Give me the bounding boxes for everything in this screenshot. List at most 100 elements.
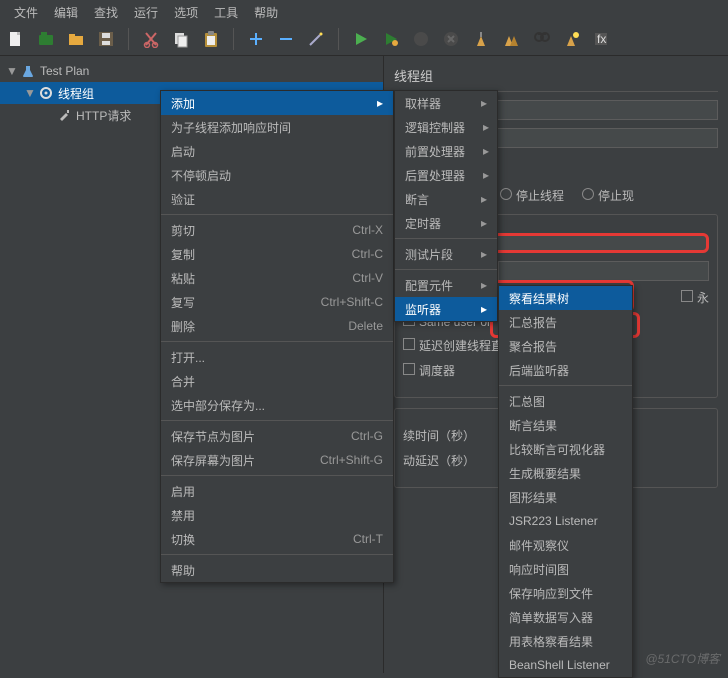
radio-stop-thread[interactable]: 停止线程 <box>500 187 564 204</box>
ctx-merge[interactable]: 合并 <box>161 369 393 393</box>
listener-response-time-graph[interactable]: 响应时间图 <box>499 557 632 581</box>
listener-submenu[interactable]: 察看结果树 汇总报告 聚合报告 后端监听器 汇总图 断言结果 比较断言可视化器 … <box>498 285 633 678</box>
stop-icon[interactable] <box>411 29 431 49</box>
tree-root[interactable]: ▼ Test Plan <box>0 60 383 82</box>
listener-jsr223[interactable]: JSR223 Listener <box>499 509 632 533</box>
chevron-right-icon: ▸ <box>481 192 487 206</box>
listener-save-resp-file[interactable]: 保存响应到文件 <box>499 581 632 605</box>
menu-help[interactable]: 帮助 <box>246 2 286 20</box>
sub-timer[interactable]: 定时器▸ <box>395 211 497 235</box>
listener-summary-report[interactable]: 汇总报告 <box>499 310 632 334</box>
ctx-cut[interactable]: 剪切Ctrl-X <box>161 218 393 242</box>
sub-assertion[interactable]: 断言▸ <box>395 187 497 211</box>
ctx-start-no-pause[interactable]: 不停顿启动 <box>161 163 393 187</box>
ctx-save-screen-image[interactable]: 保存屏幕为图片Ctrl+Shift-G <box>161 448 393 472</box>
search-icon[interactable] <box>531 29 551 49</box>
minus-icon[interactable] <box>276 29 296 49</box>
save-icon[interactable] <box>96 29 116 49</box>
ctx-copy[interactable]: 复制Ctrl-C <box>161 242 393 266</box>
ctx-delete[interactable]: 删除Delete <box>161 314 393 338</box>
panel-title: 线程组 <box>394 64 718 92</box>
ctx-open[interactable]: 打开... <box>161 345 393 369</box>
copy-icon[interactable] <box>171 29 191 49</box>
chevron-right-icon: ▸ <box>481 216 487 230</box>
wand-icon[interactable] <box>306 29 326 49</box>
listener-graph-results[interactable]: 图形结果 <box>499 485 632 509</box>
ctx-duplicate[interactable]: 复写Ctrl+Shift-C <box>161 290 393 314</box>
cut-icon[interactable] <box>141 29 161 49</box>
chevron-right-icon: ▸ <box>481 278 487 292</box>
menu-search[interactable]: 查找 <box>86 2 126 20</box>
menu-file[interactable]: 文件 <box>6 2 46 20</box>
context-menu[interactable]: 添加▸ 为子线程添加响应时间 启动 不停顿启动 验证 剪切Ctrl-X 复制Ct… <box>160 90 394 583</box>
listener-backend[interactable]: 后端监听器 <box>499 358 632 382</box>
startup-delay-label: 动延迟（秒） <box>403 452 475 469</box>
rampup-input[interactable] <box>498 261 709 281</box>
sub-preprocessor[interactable]: 前置处理器▸ <box>395 139 497 163</box>
forever-checkbox[interactable]: 永 <box>681 289 709 306</box>
collapse-icon[interactable]: ▼ <box>6 64 16 78</box>
listener-view-results-tree[interactable]: 察看结果树 <box>499 286 632 310</box>
sub-sampler[interactable]: 取样器▸ <box>395 91 497 115</box>
new-file-icon[interactable] <box>6 29 26 49</box>
tree-thread-group-label: 线程组 <box>58 85 94 102</box>
sub-fragment[interactable]: 测试片段▸ <box>395 242 497 266</box>
chevron-right-icon: ▸ <box>481 302 487 316</box>
paste-icon[interactable] <box>201 29 221 49</box>
plus-icon[interactable] <box>246 29 266 49</box>
run-no-pause-icon[interactable] <box>381 29 401 49</box>
chevron-right-icon: ▸ <box>481 96 487 110</box>
scheduler-checkbox[interactable]: 调度器 <box>403 362 455 379</box>
ctx-validate[interactable]: 验证 <box>161 187 393 211</box>
ctx-help[interactable]: 帮助 <box>161 558 393 582</box>
listener-comparison-viz[interactable]: 比较断言可视化器 <box>499 437 632 461</box>
ctx-add-think-time[interactable]: 为子线程添加响应时间 <box>161 115 393 139</box>
listener-mailer-viz[interactable]: 邮件观察仪 <box>499 533 632 557</box>
menu-tools[interactable]: 工具 <box>206 2 246 20</box>
ctx-start[interactable]: 启动 <box>161 139 393 163</box>
tree-root-label: Test Plan <box>40 64 89 78</box>
sub-logic[interactable]: 逻辑控制器▸ <box>395 115 497 139</box>
listener-assertion-results[interactable]: 断言结果 <box>499 413 632 437</box>
open-icon[interactable] <box>66 29 86 49</box>
ctx-disable[interactable]: 禁用 <box>161 503 393 527</box>
clear-icon[interactable] <box>471 29 491 49</box>
ctx-toggle[interactable]: 切换Ctrl-T <box>161 527 393 551</box>
chevron-right-icon: ▸ <box>483 120 489 134</box>
ctx-add[interactable]: 添加▸ <box>161 91 393 115</box>
sub-postprocessor[interactable]: 后置处理器▸ <box>395 163 497 187</box>
ctx-enable[interactable]: 启用 <box>161 479 393 503</box>
delay-create-checkbox[interactable]: 延迟创建线程直 <box>403 337 503 354</box>
menubar: 文件 编辑 查找 运行 选项 工具 帮助 <box>0 0 728 22</box>
watermark: @51CTO博客 <box>645 650 720 667</box>
ctx-save-selection[interactable]: 选中部分保存为... <box>161 393 393 417</box>
menu-run[interactable]: 运行 <box>126 2 166 20</box>
pipette-icon <box>56 107 72 123</box>
menu-options[interactable]: 选项 <box>166 2 206 20</box>
listener-generate-summary[interactable]: 生成概要结果 <box>499 461 632 485</box>
ctx-paste[interactable]: 粘贴Ctrl-V <box>161 266 393 290</box>
svg-text:fx: fx <box>597 32 606 46</box>
templates-icon[interactable] <box>36 29 56 49</box>
chevron-right-icon: ▸ <box>481 247 487 261</box>
listener-aggregate-report[interactable]: 聚合报告 <box>499 334 632 358</box>
run-icon[interactable] <box>351 29 371 49</box>
listener-simple-data-writer[interactable]: 简单数据写入器 <box>499 605 632 629</box>
listener-beanshell[interactable]: BeanShell Listener <box>499 653 632 677</box>
clear-all-icon[interactable] <box>501 29 521 49</box>
listener-aggregate-graph[interactable]: 汇总图 <box>499 389 632 413</box>
sub-config[interactable]: 配置元件▸ <box>395 273 497 297</box>
ctx-save-node-image[interactable]: 保存节点为图片Ctrl-G <box>161 424 393 448</box>
collapse-icon[interactable]: ▼ <box>24 86 34 100</box>
menu-edit[interactable]: 编辑 <box>46 2 86 20</box>
gear-icon <box>38 85 54 101</box>
sub-listener[interactable]: 监听器▸ <box>395 297 497 321</box>
function-helper-icon[interactable]: fx <box>591 29 611 49</box>
tree-http-request-label: HTTP请求 <box>76 107 131 124</box>
radio-stop-now[interactable]: 停止现 <box>582 187 634 204</box>
duration-label: 续时间（秒） <box>403 427 475 444</box>
add-submenu[interactable]: 取样器▸ 逻辑控制器▸ 前置处理器▸ 后置处理器▸ 断言▸ 定时器▸ 测试片段▸… <box>394 90 498 322</box>
listener-view-results-table[interactable]: 用表格察看结果 <box>499 629 632 653</box>
reset-search-icon[interactable] <box>561 29 581 49</box>
shutdown-icon[interactable] <box>441 29 461 49</box>
